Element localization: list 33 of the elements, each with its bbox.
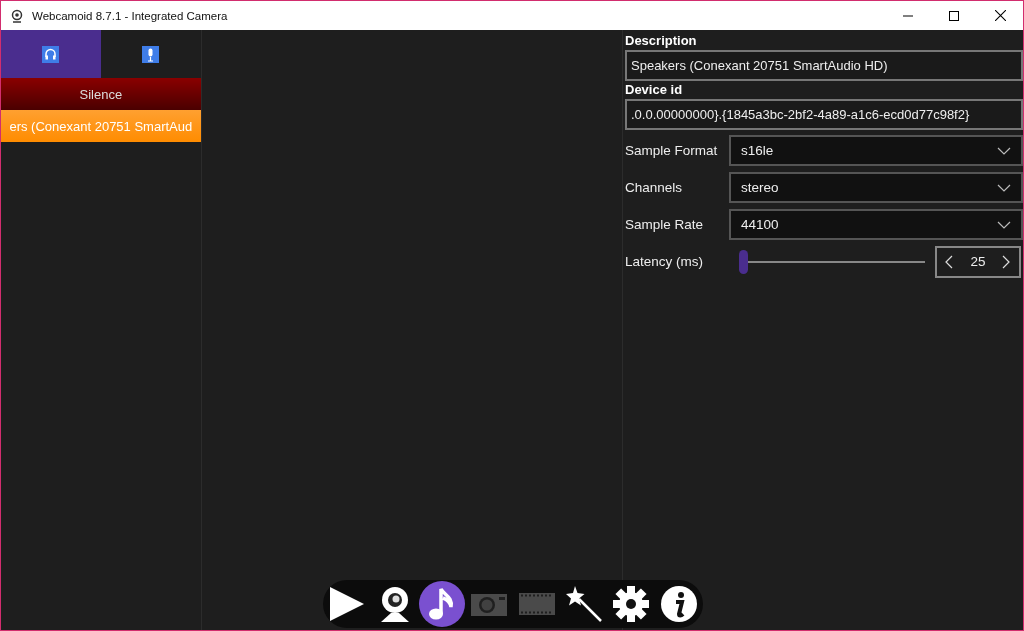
- field-label: Sample Rate: [625, 217, 705, 232]
- webcam-icon: [10, 8, 24, 23]
- device-id-field[interactable]: .0.0.00000000}.{1845a3bc-2bf2-4a89-a1c6-ecd0d77c98f2}: [625, 99, 1023, 130]
- headphones-icon: [42, 45, 60, 63]
- chevron-right-icon[interactable]: [1002, 254, 1011, 269]
- field-label: Channels: [625, 180, 684, 195]
- dropdown[interactable]: s16le: [729, 135, 1023, 166]
- close-icon: [994, 10, 1006, 21]
- magic-wand-icon: [564, 585, 603, 623]
- field-label: Description: [625, 32, 698, 50]
- dropdown[interactable]: stereo: [729, 172, 1023, 203]
- microphone-icon: [142, 45, 160, 63]
- maximize-icon: [949, 10, 959, 21]
- info-icon: [659, 585, 698, 623]
- field-label: Device id: [625, 81, 684, 99]
- chevron-left-icon[interactable]: [945, 254, 954, 269]
- film-strip-icon: [517, 592, 556, 616]
- field-label: Latency (ms): [625, 254, 705, 269]
- window-title: Webcamoid 8.7.1 - Integrated Camera: [32, 9, 229, 22]
- spin-box[interactable]: 25: [935, 245, 1021, 278]
- chevron-down-icon: [997, 146, 1011, 155]
- device-item[interactable]: Silence: [1, 78, 201, 110]
- camera-icon: [470, 591, 509, 617]
- description-field[interactable]: Speakers (Conexant 20751 SmartAudio HD): [625, 50, 1023, 81]
- device-tab[interactable]: [1, 30, 101, 78]
- latency-slider[interactable]: [739, 249, 925, 274]
- toolbar-button[interactable]: [419, 581, 465, 627]
- chevron-down-icon: [997, 220, 1011, 229]
- dropdown[interactable]: 44100: [729, 209, 1023, 240]
- slider-thumb[interactable]: [739, 249, 748, 274]
- chevron-down-icon: [997, 183, 1011, 192]
- field-label: Sample Format: [625, 143, 719, 158]
- settings-icon: [612, 585, 651, 623]
